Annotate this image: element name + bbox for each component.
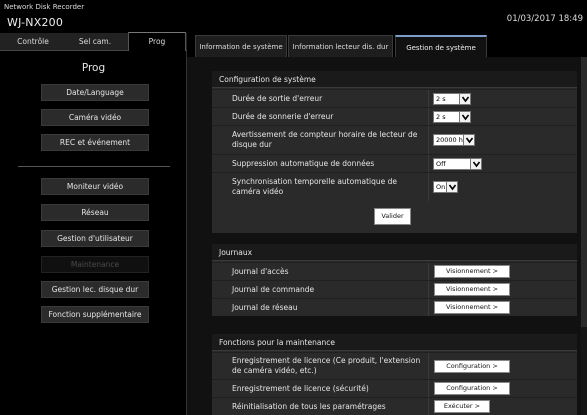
chevron-down-icon [463,135,474,145]
row-separator [428,90,429,107]
top-bar: Network Disk Recorder WJ-NX200 01/03/201… [0,0,587,33]
config-label: Suppression automatique de données [232,159,375,168]
menu-reseau[interactable]: Réseau [41,204,149,221]
row-separator [428,126,429,154]
config-row: Durée de sonnerie d'erreur 2 s [212,107,577,125]
chevron-down-icon [470,159,481,169]
maintenance-label: Enregistrement de licence (sécurité) [232,384,369,393]
logs-section-title: Journaux [212,244,577,261]
log-label: Journal de commande [232,285,315,294]
tab-prog[interactable]: Prog [128,32,186,51]
menu-rec-evenement[interactable]: REC et événement [41,134,149,151]
menu-maintenance[interactable]: Maintenance [41,256,149,273]
menu-camera-video[interactable]: Caméra vidéo [41,109,149,126]
error-output-duration-select[interactable]: 2 s [433,93,471,105]
left-panel: Contrôle Sel cam. Prog Prog Date/Languag… [0,32,187,415]
maintenance-label: Enregistrement de licence (Ce produit, l… [232,356,421,375]
row-separator [428,281,429,298]
tab-information-systeme[interactable]: Information de système [195,35,287,57]
datetime-display: 01/03/2017 18:49 [506,14,583,24]
config-section: Configuration de système Durée de sortie… [212,71,577,233]
select-value: 20000 h [436,136,463,144]
config-label: Avertissement de compteur horaire de lec… [232,130,418,149]
chevron-down-icon [446,182,457,192]
menu-moniteur-video[interactable]: Moniteur vidéo [41,178,149,195]
view-access-log-button[interactable]: Visionnement > [434,265,510,278]
menu-fonction-supplementaire[interactable]: Fonction supplémentaire [41,306,149,323]
config-label: Durée de sortie d'erreur [232,94,323,103]
chevron-down-icon [459,112,470,122]
maintenance-row: Enregistrement de licence (sécurité) Con… [212,379,577,397]
maintenance-row: Réinitialisation de tous les paramétrage… [212,397,577,415]
config-label: Synchronisation temporelle automatique d… [232,177,398,196]
valider-button[interactable]: Valider [374,208,411,225]
row-separator [428,155,429,172]
row-separator [428,299,429,316]
log-row: Journal d'accès Visionnement > [212,262,577,280]
menu-gestion-utilisateur[interactable]: Gestion d'utilisateur [41,230,149,247]
logs-section: Journaux Journal d'accès Visionnement > … [212,244,577,316]
auto-delete-select[interactable]: Off [433,158,482,170]
menu-date-language[interactable]: Date/Language [41,84,149,101]
select-value: 2 s [436,95,446,103]
config-section-title: Configuration de système [212,71,577,88]
right-panel: Information de système Information lecte… [187,33,587,415]
maintenance-section: Fonctions pour la maintenance Enregistre… [212,334,577,415]
hdd-hour-meter-select[interactable]: 20000 h [433,134,475,146]
model-name: WJ-NX200 [7,16,64,29]
config-row: Avertissement de compteur horaire de lec… [212,125,577,154]
select-value: On [436,183,446,191]
log-row: Journal de réseau Visionnement > [212,298,577,316]
log-row: Journal de commande Visionnement > [212,280,577,298]
reset-all-settings-button[interactable]: Exécuter > [434,400,490,413]
row-separator [428,173,429,201]
tab-sel-cam[interactable]: Sel cam. [64,33,126,51]
camera-time-sync-select[interactable]: On [433,181,458,193]
view-command-log-button[interactable]: Visionnement > [434,283,510,296]
scrollbar-thumb[interactable] [581,57,587,327]
license-registration-button[interactable]: Configuration > [434,360,510,373]
row-separator [428,380,429,397]
config-row: Synchronisation temporelle automatique d… [212,172,577,201]
config-submit-row: Valider [212,201,577,233]
menu-divider [18,166,170,167]
log-label: Journal d'accès [232,267,289,276]
row-separator [428,108,429,125]
section-title: Prog [81,62,106,74]
select-value: Off [436,160,446,168]
maintenance-section-title: Fonctions pour la maintenance [212,334,577,351]
chevron-down-icon [459,94,470,104]
menu-gestion-disque-dur[interactable]: Gestion lec. disque dur [41,281,149,298]
tab-gestion-systeme[interactable]: Gestion de système [395,35,487,57]
select-value: 2 s [436,113,446,121]
config-label: Durée de sonnerie d'erreur [232,112,334,121]
security-license-button[interactable]: Configuration > [434,382,510,395]
view-network-log-button[interactable]: Visionnement > [434,301,510,314]
product-type-label: Network Disk Recorder [4,3,85,11]
maintenance-label: Réinitialisation de tous les paramétrage… [232,402,386,411]
config-row: Durée de sortie d'erreur 2 s [212,89,577,107]
tab-information-disque-dur[interactable]: Information lecteur dis. dur [288,35,393,57]
tab-controle[interactable]: Contrôle [4,33,62,51]
row-separator [428,353,429,379]
config-row: Suppression automatique de données Off [212,154,577,172]
log-label: Journal de réseau [232,303,298,312]
row-separator [428,263,429,280]
maintenance-row: Enregistrement de licence (Ce produit, l… [212,352,577,379]
right-tab-bar: Information de système Information lecte… [187,33,587,57]
row-separator [428,398,429,415]
error-buzzer-duration-select[interactable]: 2 s [433,111,471,123]
